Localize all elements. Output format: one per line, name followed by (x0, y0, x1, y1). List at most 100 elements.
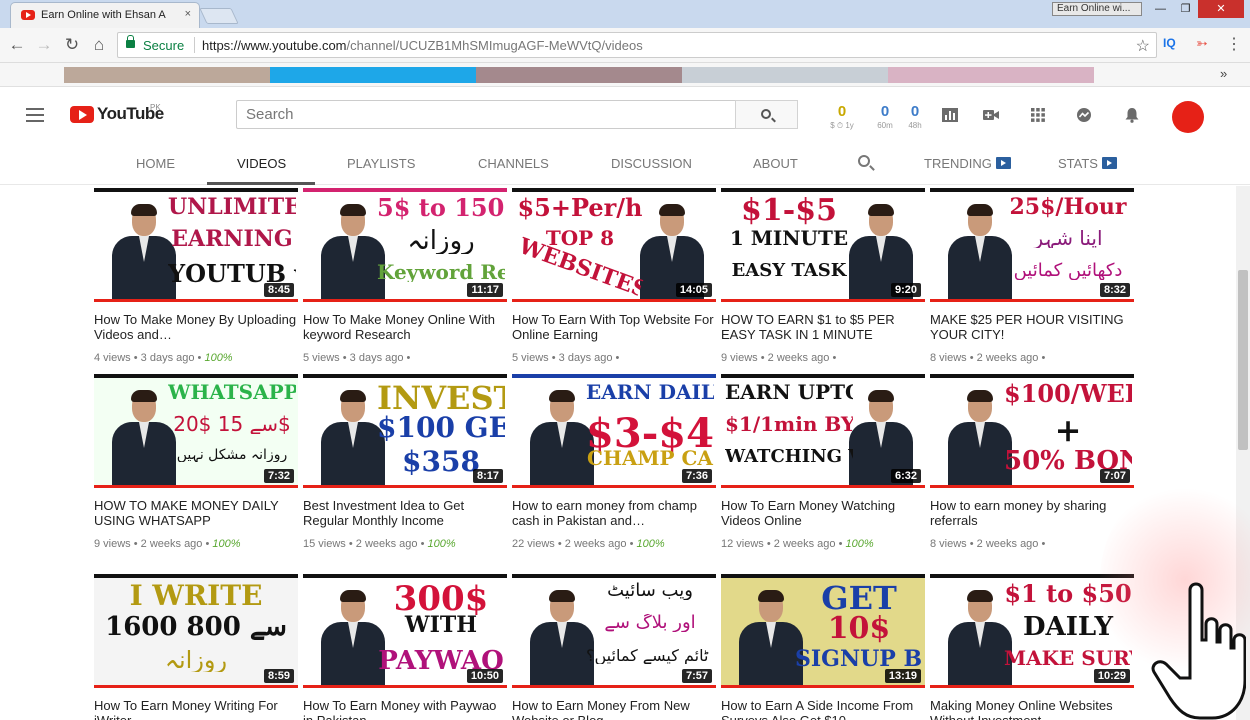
apps-grid-icon[interactable] (1029, 107, 1047, 123)
close-tab-icon[interactable]: × (185, 8, 191, 20)
analytics-icon[interactable] (941, 107, 959, 123)
extension-icon[interactable]: ➳ (1196, 35, 1208, 52)
new-tab-button[interactable] (199, 8, 239, 24)
video-thumbnail[interactable]: UNLIMITEDEARNINGYOUTUB vs TOP BUZZ8:45 (94, 188, 298, 302)
video-meta: 9 views • 2 weeks ago • 100% (94, 538, 298, 550)
browser-tab[interactable]: Earn Online with Ehsan A × (10, 2, 200, 28)
video-title[interactable]: How To Earn Money Watching Videos Online (721, 498, 925, 528)
video-thumbnail[interactable]: EARN UPTO $1/1min BY WATCHING VIDEOS 6:32 (721, 374, 925, 488)
video-thumbnail[interactable]: $100/WEEK+50% BONUS7:07 (930, 374, 1134, 488)
video-thumbnail[interactable]: WHATSAPP 20$ سے 15$ روزانہ مشکل نہیں 7:32 (94, 374, 298, 488)
tab-about[interactable]: ABOUT (753, 156, 798, 171)
tab-playlists[interactable]: PLAYLISTS (347, 156, 415, 171)
thumbnail-text: 1 MINUTE (729, 228, 849, 248)
meta-separator: • (763, 538, 774, 550)
video-title[interactable]: Best Investment Idea to Get Regular Mont… (303, 498, 507, 528)
video-thumbnail[interactable]: EARN DAILY $3-$4 CHAMP CA 7:36 (512, 374, 716, 488)
video-card[interactable]: GET10$ SIGNUP BONU13:19 How to Earn A Side… (721, 574, 925, 720)
thumbnail-top-bar (94, 374, 298, 378)
forward-arrow-icon[interactable]: → (33, 35, 55, 55)
video-thumbnail[interactable]: ویب سائیٹ اور بلاگ سے لائف ٹائم کیسے کمائی… (512, 574, 716, 688)
bookmark-item[interactable] (476, 67, 682, 83)
video-thumbnail[interactable]: INVEST$100 GET$3588:17 (303, 374, 507, 488)
video-thumbnail[interactable]: 300$ WITH PAYWAO 10:50 (303, 574, 507, 688)
tab-trending[interactable]: TRENDING (924, 156, 1011, 171)
bookmark-item[interactable] (64, 67, 270, 83)
iq-extension-icon[interactable]: IQ (1163, 36, 1176, 50)
avatar[interactable] (1172, 101, 1204, 133)
more-bookmarks-icon[interactable]: » (1220, 66, 1227, 81)
video-title[interactable]: HOW TO MAKE MONEY DAILY USING WHATSAPP (94, 498, 298, 528)
browser-tab-title: Earn Online with Ehsan A (41, 9, 166, 21)
video-title[interactable]: How To Make Money Online With keyword Re… (303, 312, 507, 342)
video-card[interactable]: 5$ to 150$ روزانہ Keyword Research11:17 How… (303, 188, 507, 364)
video-card[interactable]: $100/WEEK+50% BONUS7:07 How to earn money… (930, 374, 1134, 550)
video-thumbnail[interactable]: I WRITE 1600 سے 800 روزانہ 8:59 (94, 574, 298, 688)
close-window-button[interactable]: ✕ (1198, 0, 1244, 18)
tab-videos[interactable]: VIDEOS (237, 156, 286, 171)
tab-home[interactable]: HOME (136, 156, 175, 171)
home-icon[interactable]: ⌂ (88, 35, 110, 55)
minimize-window-button[interactable]: — (1148, 0, 1173, 18)
bookmark-star-icon[interactable]: ☆ (1136, 36, 1150, 56)
video-duration: 8:17 (472, 469, 503, 483)
maximize-window-button[interactable]: ❐ (1173, 0, 1198, 18)
tab-discussion[interactable]: DISCUSSION (611, 156, 692, 171)
video-card[interactable]: INVEST$100 GET$3588:17 Best Investment Id… (303, 374, 507, 550)
video-thumbnail[interactable]: GET10$ SIGNUP BONU13:19 (721, 574, 925, 688)
video-card[interactable]: 300$ WITH PAYWAO 10:50 How To Earn Money wit… (303, 574, 507, 720)
video-title[interactable]: Making Money Online Websites Without Inv… (930, 698, 1134, 720)
tab-stats[interactable]: STATS (1058, 156, 1117, 171)
hamburger-menu-icon[interactable] (26, 108, 44, 122)
video-thumbnail[interactable]: 5$ to 150$ روزانہ Keyword Research11:17 (303, 188, 507, 302)
video-title[interactable]: How To Earn Money Writing For iWriter (94, 698, 298, 720)
notifications-bell-icon[interactable] (1123, 107, 1141, 123)
back-arrow-icon[interactable]: ← (6, 35, 28, 55)
channel-search-icon[interactable] (858, 155, 870, 167)
video-title[interactable]: How to Earn A Side Income From Surveys A… (721, 698, 925, 720)
bookmark-item[interactable] (270, 67, 476, 83)
meta-separator: • (1038, 352, 1046, 364)
upload-age: 2 weeks ago (767, 352, 830, 364)
url-text[interactable]: https://www.youtube.com/channel/UCUZB1Mh… (202, 38, 643, 53)
stat-label: $ ⏱ 1y (830, 121, 854, 130)
browser-menu-icon[interactable]: ⋮ (1226, 34, 1242, 54)
video-card[interactable]: UNLIMITEDEARNINGYOUTUB vs TOP BUZZ8:45 Ho… (94, 188, 298, 364)
video-card[interactable]: ویب سائیٹ اور بلاگ سے لائف ٹائم کیسے کمائی… (512, 574, 716, 720)
video-thumbnail[interactable]: $1-$5 1 MINUTE EASY TASK 9:20 (721, 188, 925, 302)
tab-trending-label: TRENDING (924, 156, 992, 171)
youtube-logo-icon[interactable] (70, 106, 94, 123)
screen: Earn Online with Ehsan A × Earn Online w… (0, 0, 1250, 720)
video-title[interactable]: How to Earn Money From New Website or Bl… (512, 698, 716, 720)
video-card[interactable]: $5+Per/h TOP 8 WEBSITES 14:05 How To Earn Wi… (512, 188, 716, 364)
video-card[interactable]: 25$/Hour اپنا شہر دکھائیں کمائیں 8:32 MAKE $… (930, 188, 1134, 364)
video-card[interactable]: I WRITE 1600 سے 800 روزانہ 8:59 How To Earn … (94, 574, 298, 720)
video-title[interactable]: MAKE $25 PER HOUR VISITING YOUR CITY! (930, 312, 1134, 342)
scrollbar-thumb[interactable] (1238, 270, 1248, 450)
video-title[interactable]: How To Earn Money with Paywao in Pakista… (303, 698, 507, 720)
search-button[interactable] (735, 100, 798, 129)
video-title[interactable]: How to earn money by sharing referrals (930, 498, 1134, 528)
video-card[interactable]: EARN UPTO $1/1min BY WATCHING VIDEOS 6:32 Ho… (721, 374, 925, 550)
video-thumbnail[interactable]: $5+Per/h TOP 8 WEBSITES 14:05 (512, 188, 716, 302)
bookmark-item[interactable] (682, 67, 888, 83)
presenter-hair (868, 390, 894, 402)
search-input[interactable] (236, 100, 736, 129)
video-title[interactable]: How To Earn With Top Website For Online … (512, 312, 716, 342)
video-card[interactable]: $1-$5 1 MINUTE EASY TASK 9:20 HOW TO EARN $1… (721, 188, 925, 364)
bookmark-item[interactable] (888, 67, 1094, 83)
video-title[interactable]: HOW TO EARN $1 to $5 PER EASY TASK IN 1 … (721, 312, 925, 342)
video-meta: 22 views • 2 weeks ago • 100% (512, 538, 716, 550)
thumbnail-text: $1-$5 (741, 196, 837, 226)
video-card[interactable]: EARN DAILY $3-$4 CHAMP CA 7:36 How to earn m… (512, 374, 716, 550)
reload-icon[interactable]: ↻ (61, 35, 83, 55)
tab-channels[interactable]: CHANNELS (478, 156, 549, 171)
video-thumbnail[interactable]: 25$/Hour اپنا شہر دکھائیں کمائیں 8:32 (930, 188, 1134, 302)
video-card[interactable]: WHATSAPP 20$ سے 15$ روزانہ مشکل نہیں 7:32 HO… (94, 374, 298, 550)
video-title[interactable]: How to earn money from champ cash in Pak… (512, 498, 716, 528)
video-title[interactable]: How To Make Money By Uploading Videos an… (94, 312, 298, 342)
address-bar[interactable]: Secure https://www.youtube.com/channel/U… (117, 32, 1157, 58)
meta-separator: • (626, 538, 637, 550)
upload-video-icon[interactable] (982, 107, 1000, 123)
messages-icon[interactable] (1075, 107, 1093, 123)
